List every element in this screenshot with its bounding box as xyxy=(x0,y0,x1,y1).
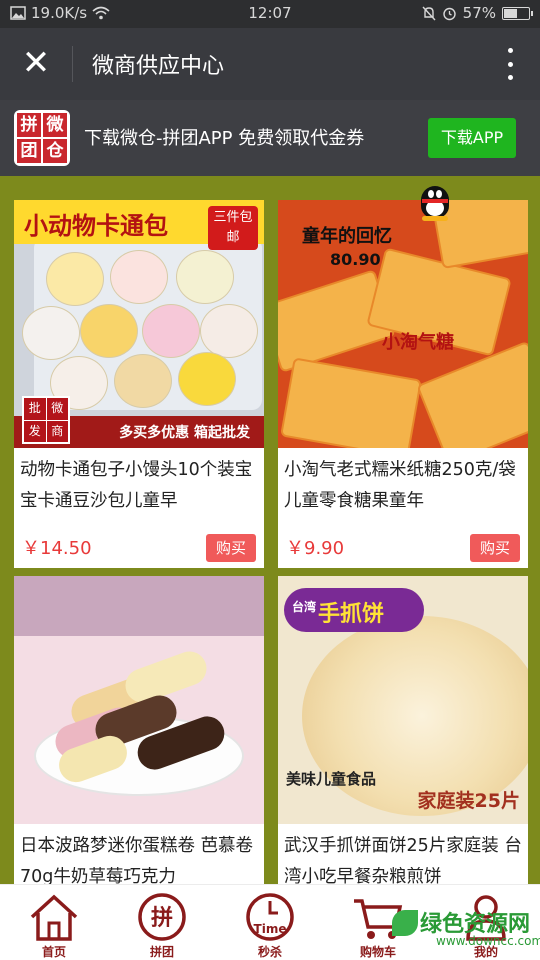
nav-home[interactable]: 首页 xyxy=(0,885,108,960)
product-image[interactable]: 小动物卡通包 三件包邮 多买多优惠 箱起批发 批 微 发 商 xyxy=(14,200,264,448)
battery-fill xyxy=(504,8,518,18)
pifa-seal: 批 微 发 商 xyxy=(22,396,70,444)
svg-text:拼: 拼 xyxy=(151,905,173,931)
product-card[interactable]: 日本波路梦迷你蛋糕卷 芭慕卷 70g牛奶草莓巧克力 xyxy=(14,576,264,900)
product-price-row: ￥9.90 购买 xyxy=(278,524,528,568)
bun xyxy=(22,306,80,360)
buy-button[interactable]: 购买 xyxy=(206,534,256,562)
app-download-banner: 拼 微 团 仓 下载微仓-拼团APP 免费领取代金券 下载APP xyxy=(0,100,540,176)
product-image[interactable]: 童年的回忆 80.90 小淘气糖 xyxy=(278,200,528,448)
seal-char: 发 xyxy=(24,420,46,442)
buy-button[interactable]: 购买 xyxy=(470,534,520,562)
page-title: 微商供应中心 xyxy=(92,54,225,79)
image-headline-text: 小动物卡通包 xyxy=(24,212,168,240)
product-image[interactable]: 台湾 手抓饼 美味儿童食品 家庭装25片 xyxy=(278,576,528,824)
image-headline: 童年的回忆 xyxy=(302,226,392,247)
battery-icon xyxy=(502,6,533,20)
product-image[interactable] xyxy=(14,576,264,824)
bun xyxy=(142,304,200,358)
image-logo-text: 手抓饼 xyxy=(318,602,385,627)
bun xyxy=(114,354,172,408)
logo-char: 团 xyxy=(17,139,41,163)
more-vertical-icon[interactable] xyxy=(506,48,514,80)
background-box xyxy=(14,576,264,636)
nav-label: 首页 xyxy=(41,945,66,959)
alarm-icon xyxy=(442,7,456,20)
bun xyxy=(110,250,168,304)
image-tag: 三件包邮 xyxy=(208,206,258,250)
weicang-logo: 拼 微 团 仓 xyxy=(14,110,70,166)
nav-group-buy[interactable]: 拼 拼团 xyxy=(108,885,216,960)
seal-char: 批 xyxy=(24,398,46,420)
product-card[interactable]: 台湾 手抓饼 美味儿童食品 家庭装25片 武汉手抓饼面饼25片家庭装 台湾小吃早… xyxy=(278,576,528,900)
watermark: 绿色资源网 www.downcc.com xyxy=(392,906,540,960)
clock-icon: Time xyxy=(246,893,294,941)
nav-label: 秒杀 xyxy=(257,945,282,959)
image-subline: 80.90 xyxy=(330,250,381,269)
bun xyxy=(200,304,258,358)
download-app-button[interactable]: 下载APP xyxy=(428,118,516,158)
candy-wrapper xyxy=(416,340,528,448)
battery-percent: 57% xyxy=(462,4,496,22)
product-card[interactable]: 小动物卡通包 三件包邮 多买多优惠 箱起批发 批 微 发 商 动物卡通包子小馒头… xyxy=(14,200,264,568)
title-divider xyxy=(72,46,73,82)
image-brand: 小淘气糖 xyxy=(382,332,454,353)
group-buy-icon: 拼 xyxy=(138,893,186,941)
nav-flash-sale[interactable]: Time 秒杀 xyxy=(216,885,324,960)
status-bar: 19.0K/s 12:07 57% xyxy=(0,0,540,28)
bun xyxy=(46,252,104,306)
title-bar: ✕ 微商供应中心 xyxy=(0,28,540,100)
product-price-row: ￥14.50 购买 xyxy=(14,524,264,568)
product-price: ￥14.50 xyxy=(22,538,92,559)
logo-char: 拼 xyxy=(17,113,41,137)
product-name[interactable]: 动物卡通包子小馒头10个装宝宝卡通豆沙包儿童早 xyxy=(14,448,264,524)
candy-wrapper xyxy=(280,357,422,448)
nav-label: 拼团 xyxy=(149,945,174,959)
watermark-line2: www.downcc.com xyxy=(436,934,540,948)
close-icon[interactable]: ✕ xyxy=(18,46,54,82)
svg-text:Time: Time xyxy=(254,922,287,936)
logo-char: 微 xyxy=(43,113,67,137)
image-line1: 美味儿童食品 xyxy=(286,770,377,788)
mute-bell-icon xyxy=(422,6,436,20)
product-grid: 小动物卡通包 三件包邮 多买多优惠 箱起批发 批 微 发 商 动物卡通包子小馒头… xyxy=(0,184,540,900)
image-footer-text: 多买多优惠 箱起批发 xyxy=(119,425,250,441)
seal-char: 微 xyxy=(46,398,68,420)
product-price: ￥9.90 xyxy=(286,538,345,559)
seal-char: 商 xyxy=(46,420,68,442)
logo-char: 仓 xyxy=(43,139,67,163)
qq-penguin-icon[interactable] xyxy=(416,182,454,222)
product-card[interactable]: 童年的回忆 80.90 小淘气糖 小淘气老式糯米纸糖250克/袋 儿童零食糖果童… xyxy=(278,200,528,568)
bun xyxy=(178,352,236,406)
leaf-icon xyxy=(392,910,418,936)
bun xyxy=(176,250,234,304)
home-icon xyxy=(30,894,78,941)
image-logo-small: 台湾 xyxy=(292,600,317,614)
banner-text: 下载微仓-拼团APP 免费领取代金券 xyxy=(84,128,365,149)
bun xyxy=(80,304,138,358)
image-logo: 台湾 手抓饼 xyxy=(284,588,424,632)
image-line2: 家庭装25片 xyxy=(417,790,520,812)
product-name[interactable]: 小淘气老式糯米纸糖250克/袋 儿童零食糖果童年 xyxy=(278,448,528,524)
